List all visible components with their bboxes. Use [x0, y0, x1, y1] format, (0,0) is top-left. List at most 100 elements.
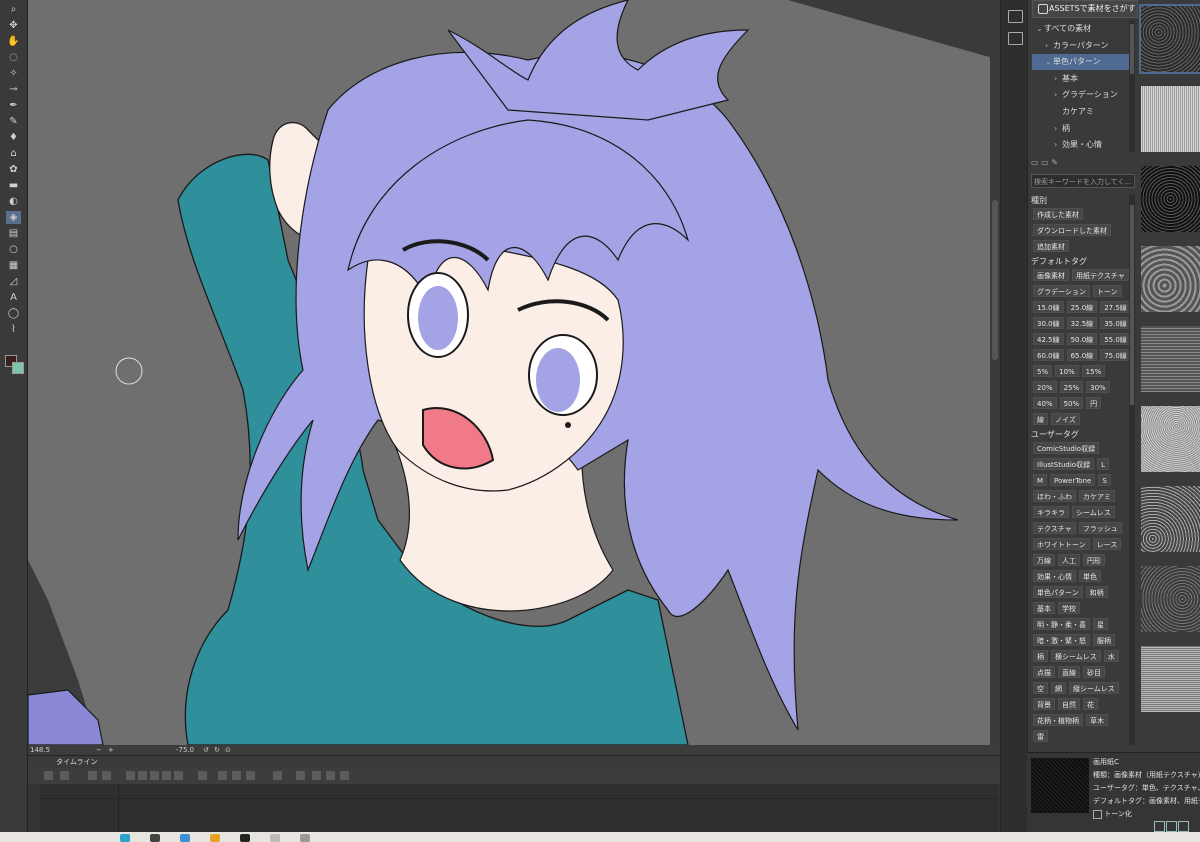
- tree-item[interactable]: ⌄すべての素材: [1032, 21, 1132, 37]
- tag-button[interactable]: 直線: [1058, 666, 1080, 678]
- tag-button[interactable]: 網: [1051, 682, 1066, 694]
- view-grid-icon[interactable]: [1166, 821, 1177, 832]
- ruler-icon[interactable]: ◿: [6, 275, 21, 288]
- view-list-icon[interactable]: [1154, 821, 1165, 832]
- tag-button[interactable]: 線: [1033, 413, 1048, 425]
- material-panel-icon[interactable]: [1008, 10, 1023, 23]
- tag-button[interactable]: M: [1033, 474, 1048, 486]
- tag-button[interactable]: フラッシュ: [1078, 522, 1122, 534]
- correction-icon[interactable]: ⌇: [6, 323, 21, 336]
- tag-button[interactable]: 効果・心情: [1033, 570, 1076, 582]
- brush-icon[interactable]: ♦: [6, 131, 21, 144]
- tag-button[interactable]: レース: [1092, 538, 1122, 550]
- tag-button[interactable]: 雷: [1033, 730, 1048, 742]
- tag-button[interactable]: 学校: [1058, 602, 1080, 614]
- zoom-readout[interactable]: 148.5: [30, 745, 50, 755]
- ellipse-icon[interactable]: ○: [6, 243, 21, 256]
- canvas-vertical-scrollbar[interactable]: [990, 0, 1000, 745]
- material-thumbnail[interactable]: [1141, 166, 1200, 232]
- tag-button[interactable]: 30%: [1086, 381, 1110, 393]
- material-thumbnail[interactable]: [1141, 326, 1200, 392]
- tag-button[interactable]: グラデーション: [1033, 285, 1090, 297]
- tag-button[interactable]: 花: [1083, 698, 1098, 710]
- tag-button[interactable]: 背景: [1033, 698, 1055, 710]
- play-icon[interactable]: [150, 771, 159, 780]
- material-panel-icon[interactable]: [1008, 32, 1023, 45]
- app-icon[interactable]: [150, 834, 160, 842]
- tag-button[interactable]: 35.0線: [1100, 317, 1131, 329]
- balloon-icon[interactable]: ◯: [6, 307, 21, 320]
- first-frame-icon[interactable]: [126, 771, 135, 780]
- loop-icon[interactable]: [198, 771, 207, 780]
- tag-button[interactable]: ほわ・ふわ: [1033, 490, 1076, 502]
- zoom-in-icon[interactable]: [102, 771, 111, 780]
- tag-button[interactable]: 10%: [1055, 365, 1079, 377]
- tag-button[interactable]: 水: [1103, 650, 1119, 662]
- tag-button[interactable]: 40%: [1033, 397, 1057, 409]
- tree-item[interactable]: カケアミ: [1032, 104, 1132, 120]
- expand-arrow-icon[interactable]: ⌄: [1045, 54, 1053, 70]
- last-frame-icon[interactable]: [174, 771, 183, 780]
- tag-button[interactable]: テクスチャ: [1033, 522, 1076, 534]
- zoom-out-button[interactable]: −: [96, 745, 102, 755]
- tag-button[interactable]: 20%: [1033, 381, 1057, 393]
- app-icon[interactable]: [270, 834, 280, 842]
- onion-skin-icon[interactable]: [246, 771, 255, 780]
- tag-button[interactable]: 作成した素材: [1033, 208, 1083, 220]
- frame-icon[interactable]: ▦: [6, 259, 21, 272]
- edit-icon[interactable]: [326, 771, 335, 780]
- tag-button[interactable]: 32.5線: [1066, 317, 1098, 329]
- tag-button[interactable]: 42.5線: [1033, 333, 1064, 345]
- app-icon[interactable]: [240, 834, 250, 842]
- tag-button[interactable]: トーン: [1092, 285, 1122, 297]
- tag-button[interactable]: カケアミ: [1079, 490, 1115, 502]
- tag-button[interactable]: 55.0線: [1100, 333, 1131, 345]
- rotate-left-icon[interactable]: ↺: [203, 745, 209, 755]
- tone-checkbox-row[interactable]: トーン化: [1093, 809, 1132, 819]
- edit-icon[interactable]: ✎: [1051, 158, 1058, 167]
- material-thumbnail[interactable]: [1141, 646, 1200, 712]
- tab-timeline[interactable]: タイムライン: [56, 756, 98, 768]
- tag-button[interactable]: PowerTone: [1050, 474, 1096, 486]
- sub-color-swatch[interactable]: [12, 362, 24, 374]
- tag-button[interactable]: ノイズ: [1051, 413, 1080, 425]
- wand-icon[interactable]: ✧: [6, 67, 21, 80]
- decoration-icon[interactable]: ✿: [6, 163, 21, 176]
- gradient-icon[interactable]: ▤: [6, 227, 21, 240]
- folder-icon[interactable]: ▭: [1031, 158, 1039, 167]
- tree-scrollbar[interactable]: [1129, 20, 1135, 152]
- tag-button[interactable]: ダウンロードした素材: [1033, 224, 1111, 236]
- tag-button[interactable]: シームレス: [1072, 506, 1115, 518]
- tag-button[interactable]: 基本: [1033, 602, 1055, 614]
- app-icon[interactable]: [120, 834, 130, 842]
- tag-button[interactable]: 横シームレス: [1051, 650, 1101, 662]
- material-thumbnail[interactable]: [1141, 406, 1200, 472]
- tag-button[interactable]: 円: [1086, 397, 1102, 409]
- tag-button[interactable]: 空: [1033, 682, 1048, 694]
- app-icon[interactable]: [300, 834, 310, 842]
- tag-button[interactable]: 追加素材: [1033, 240, 1069, 252]
- folder-add-icon[interactable]: ▭: [1041, 158, 1049, 167]
- pen-icon[interactable]: ✒: [6, 99, 21, 112]
- search-input[interactable]: 検索キーワードを入力してく...: [1031, 174, 1135, 188]
- tag-button[interactable]: 用紙テクスチャ: [1072, 269, 1129, 281]
- move-icon[interactable]: ✥: [6, 19, 21, 32]
- tag-button[interactable]: 30.0線: [1033, 317, 1064, 329]
- tag-button[interactable]: 27.5線: [1100, 301, 1131, 313]
- expand-arrow-icon[interactable]: ›: [1054, 137, 1062, 153]
- tag-button[interactable]: 50.0線: [1066, 333, 1098, 345]
- tag-button[interactable]: 15%: [1081, 365, 1106, 377]
- tag-button[interactable]: 75.0線: [1100, 349, 1131, 361]
- tag-button[interactable]: 65.0線: [1066, 349, 1098, 361]
- app-icon[interactable]: [180, 834, 190, 842]
- tag-button[interactable]: 15.0線: [1033, 301, 1064, 313]
- tag-button[interactable]: 50%: [1059, 397, 1084, 409]
- airbrush-icon[interactable]: ⌂: [6, 147, 21, 160]
- expand-arrow-icon[interactable]: ›: [1054, 87, 1062, 103]
- tag-button[interactable]: ホワイトトーン: [1033, 538, 1090, 550]
- material-thumbnail[interactable]: [1141, 86, 1200, 152]
- tag-button[interactable]: L: [1097, 458, 1109, 470]
- text-icon[interactable]: A: [6, 291, 21, 304]
- dropdown-icon[interactable]: [312, 771, 321, 780]
- tag-button[interactable]: 縦シームレス: [1069, 682, 1119, 694]
